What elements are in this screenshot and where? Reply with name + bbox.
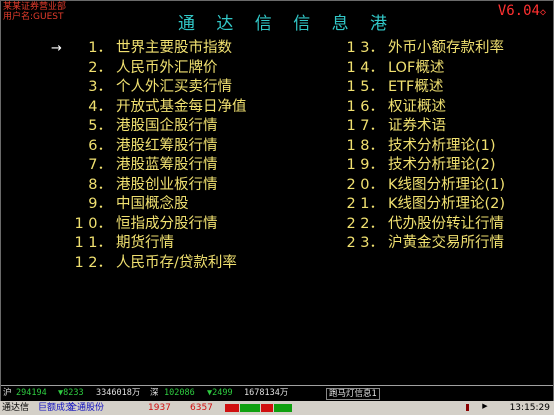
menu-item-15[interactable]: 1 5． ETF概述 (342, 78, 505, 98)
sz-volume: 1678134万 (244, 388, 289, 398)
sz-change: ▼2499 (207, 388, 233, 398)
menu-item-3[interactable]: 3． 个人外汇买卖行情 (72, 78, 247, 98)
sh-volume: 3346018万 (96, 388, 141, 398)
version-label: V6.04◇ (498, 3, 546, 19)
status-bar: 通达信 巨额成交 全通股份 1937 6357 ▶ 13:15:29 (0, 401, 554, 415)
menu-item-13[interactable]: 1 3． 外币小额存款利率 (342, 39, 505, 59)
divider (1, 385, 553, 386)
user-label: 用户名:GUEST (3, 12, 64, 22)
stock-name[interactable]: 全通股份 (68, 401, 104, 415)
menu-item-20[interactable]: 2 0． K线图分析理论(1) (342, 176, 505, 196)
broker-name: 某某证券营业部 (3, 2, 67, 12)
menu-item-6[interactable]: 6． 港股红筹股行情 (72, 137, 247, 157)
menu-left-column: → 1． 世界主要股市指数 2． 人民币外汇牌价 3． 个人外汇买卖行情 4． 开放式基金… (51, 39, 247, 274)
menu-item-21[interactable]: 2 1． K线图分析理论(2) (342, 195, 505, 215)
menu-item-17[interactable]: 1 7． 证券术语 (342, 117, 505, 137)
menu-item-14[interactable]: 1 4． LOF概述 (342, 59, 505, 79)
marquee-box[interactable]: 跑马灯信息1 (326, 388, 380, 400)
sh-change: ▼8233 (58, 388, 84, 398)
menu-item-22[interactable]: 2 2． 代办股份转让行情 (342, 215, 505, 235)
app-name: 通达信 (2, 403, 30, 413)
market-bars (225, 404, 293, 412)
menu-item-10[interactable]: 1 0． 恒指成分股行情 (72, 215, 247, 235)
trade-value-2: 6357 (190, 403, 213, 413)
menu-item-12[interactable]: 1 2． 人民币存/贷款利率 (72, 254, 247, 274)
menu-item-18[interactable]: 1 8． 技术分析理论(1) (342, 137, 505, 157)
broker-info: 某某证券营业部 用户名:GUEST (3, 2, 66, 22)
sz-label: 深 (150, 388, 159, 398)
menu-item-16[interactable]: 1 6． 权证概述 (342, 98, 505, 118)
sh-label: 沪 (3, 388, 12, 398)
menu-item-23[interactable]: 2 3． 沪黄金交易所行情 (342, 234, 505, 254)
page-title: 通 达 信 信 息 港 (178, 14, 396, 34)
diamond-icon: ◇ (539, 7, 546, 18)
version-number: V6.04 (497, 3, 540, 19)
selection-arrow-icon: → (51, 41, 62, 56)
menu-item-1[interactable]: → 1． 世界主要股市指数 (51, 39, 247, 59)
sz-index: 102086 (164, 388, 195, 398)
sh-index: 294194 (16, 388, 47, 398)
menu-right-column: 1 3． 外币小额存款利率 1 4． LOF概述 1 5． ETF概述 1 6． 权证概… (342, 39, 505, 254)
menu-item-19[interactable]: 1 9． 技术分析理论(2) (342, 156, 505, 176)
menu-item-9[interactable]: 9． 中国概念股 (72, 195, 247, 215)
menu-item-2[interactable]: 2． 人民币外汇牌价 (72, 59, 247, 79)
index-ticker: 沪 294194 ▼8233 3346018万 深 102086 ▼2499 1… (0, 387, 554, 400)
clock: 13:15:29 (509, 403, 550, 413)
menu-item-4[interactable]: 4． 开放式基金每日净值 (72, 98, 246, 118)
menu-item-8[interactable]: 8． 港股创业板行情 (72, 176, 247, 196)
menu-item-5[interactable]: 5． 港股国企股行情 (72, 117, 247, 137)
menu-item-7[interactable]: 7． 港股蓝筹股行情 (72, 156, 247, 176)
scroll-arrow-icon[interactable]: ▶ (480, 401, 490, 411)
menu-item-11[interactable]: 1 1． 期货行情 (72, 234, 247, 254)
connection-indicator-icon (466, 404, 469, 411)
trade-value-1: 1937 (148, 403, 171, 413)
